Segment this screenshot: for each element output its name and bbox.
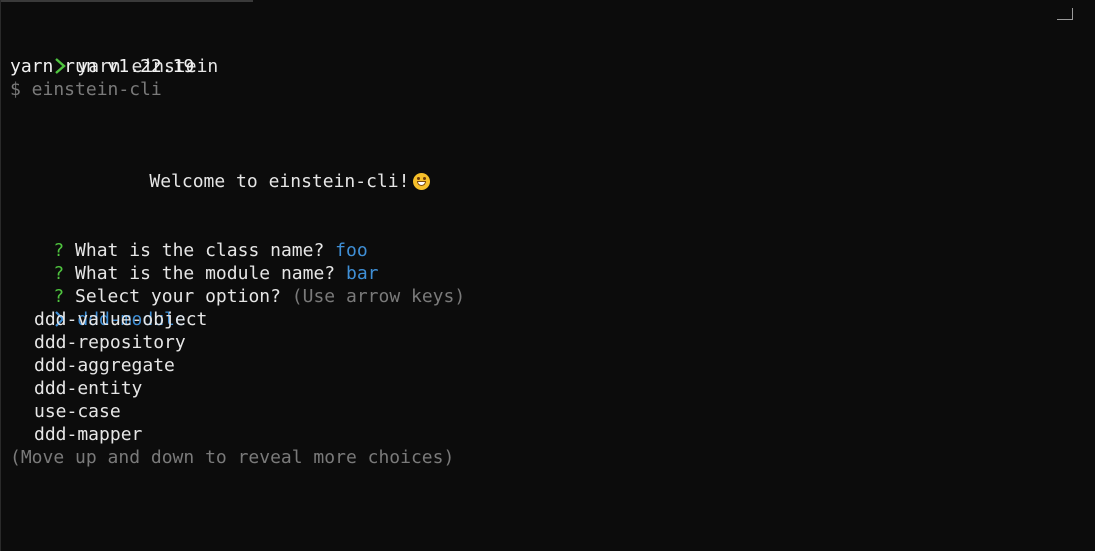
script-line: $ einstein-cli	[10, 79, 162, 100]
option-use-case[interactable]: use-case	[34, 400, 121, 423]
question-class-name: ? What is the class name? foo	[10, 216, 367, 261]
tab-edge	[1, 0, 253, 2]
question-hint: (Use arrow keys)	[291, 286, 466, 307]
option-ddd-value-object[interactable]: ddd-value-object	[34, 308, 207, 331]
scroll-corner-icon	[1057, 8, 1073, 20]
welcome-text: Welcome to einstein-cli!	[149, 171, 410, 192]
option-ddd-aggregate[interactable]: ddd-aggregate	[34, 354, 175, 377]
question-module-name: ? What is the module name? bar	[10, 239, 378, 284]
grinning-face-icon	[413, 173, 431, 190]
prompt-line: yarn einstein	[10, 32, 218, 77]
yarn-version-line: yarn run v1.22.19	[10, 56, 195, 77]
welcome-line: Welcome to einstein-cli!	[106, 147, 431, 192]
footer-hint: (Move up and down to reveal more choices…	[10, 447, 455, 468]
option-ddd-module[interactable]: ddd-module	[10, 285, 186, 330]
option-ddd-repository[interactable]: ddd-repository	[34, 331, 186, 354]
terminal-window[interactable]: yarn einstein yarn run v1.22.19 $ einste…	[0, 0, 1095, 551]
option-ddd-entity[interactable]: ddd-entity	[34, 377, 142, 400]
question-select-option: ? Select your option? (Use arrow keys)	[10, 262, 465, 307]
option-ddd-mapper[interactable]: ddd-mapper	[34, 423, 142, 446]
